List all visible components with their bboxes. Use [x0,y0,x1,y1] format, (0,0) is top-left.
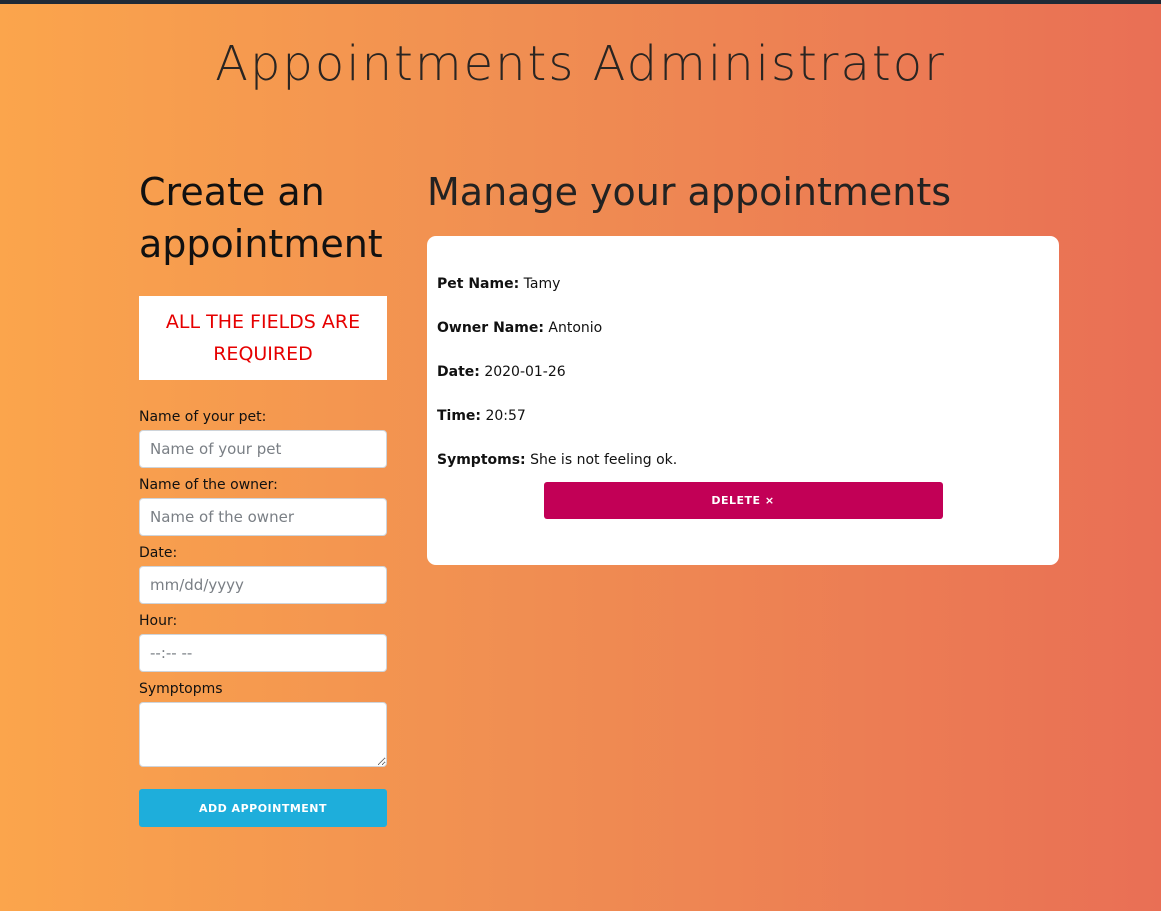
hour-label: Hour: [139,613,178,629]
owner-name-row: Owner Name: Antonio [437,318,1049,338]
pet-name-row: Pet Name: Tamy [437,274,1049,294]
delete-appointment-button[interactable]: Delete × [543,482,943,519]
time-value: 20:57 [485,408,526,424]
symptoms-row: Symptoms: She is not feeling ok. [437,450,1049,470]
hour-input[interactable] [139,634,387,672]
manage-appointments-panel: Manage your appointments Pet Name: Tamy … [427,166,1059,565]
browser-top-strip [0,0,1161,4]
time-row: Time: 20:57 [437,406,1049,426]
symptoms-label: Symptopms [139,681,223,697]
date-field-group: Date: [139,544,387,604]
manage-heading: Manage your appointments [427,170,952,214]
pet-name-value: Tamy [523,276,561,292]
pet-name-input[interactable] [139,430,387,468]
create-heading: Create an appointment [139,170,383,266]
symptoms-field-group: Symptopms [139,680,387,767]
date-label: Date: [139,545,178,561]
owner-field-group: Name of the owner: [139,476,387,536]
symptoms-textarea[interactable] [139,702,387,767]
required-fields-text: ALL THE FIELDS ARE REQUIRED [165,311,361,365]
required-fields-notice: ALL THE FIELDS ARE REQUIRED [139,296,387,380]
owner-name-label: Name of the owner: [139,477,278,493]
symptoms-key: Symptoms: [437,452,526,468]
page-title: Appointments Administrator [215,36,946,92]
symptoms-value: She is not feeling ok. [530,452,678,468]
date-key: Date: [437,364,480,380]
create-appointment-panel: Create an appointment ALL THE FIELDS ARE… [139,166,387,827]
date-value: 2020-01-26 [484,364,566,380]
owner-name-key: Owner Name: [437,320,544,336]
add-appointment-button[interactable]: Add appointment [139,789,387,827]
pet-name-label: Name of your pet: [139,409,267,425]
date-input[interactable] [139,566,387,604]
time-key: Time: [437,408,482,424]
owner-name-value: Antonio [548,320,603,336]
appointment-form: Name of your pet: Name of the owner: Dat… [139,408,387,827]
appointment-card: Pet Name: Tamy Owner Name: Antonio Date:… [427,236,1059,565]
pet-field-group: Name of your pet: [139,408,387,468]
pet-name-key: Pet Name: [437,276,520,292]
date-row: Date: 2020-01-26 [437,362,1049,382]
owner-name-input[interactable] [139,498,387,536]
hour-field-group: Hour: [139,612,387,672]
